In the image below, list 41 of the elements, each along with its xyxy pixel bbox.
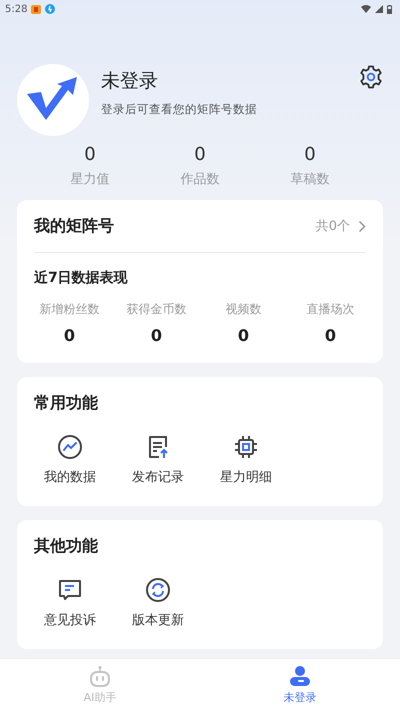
section-title: 近7日数据表现 — [34, 269, 128, 287]
metric-value: 0 — [324, 326, 336, 345]
stat-label: 星力值 — [70, 171, 110, 188]
metric-label: 视频数 — [226, 301, 262, 318]
metric-value: 0 — [238, 326, 250, 345]
line-chart-icon — [57, 434, 83, 460]
stat-label: 作品数 — [180, 171, 220, 188]
metric-label: 获得金币数 — [126, 301, 186, 318]
settings-button[interactable] — [359, 65, 383, 89]
function-item[interactable]: 星力明细 — [202, 434, 290, 486]
robot-icon — [89, 665, 111, 687]
person-icon — [289, 665, 311, 687]
card-title: 常用功能 — [34, 393, 98, 414]
app-notification-icon — [45, 4, 56, 14]
logo-avatar — [17, 64, 89, 136]
message-icon — [57, 577, 83, 603]
stat-value: 0 — [84, 144, 96, 166]
stat-value: 0 — [304, 144, 316, 166]
battery-icon — [387, 4, 392, 14]
login-status-title[interactable]: 未登录 — [101, 68, 359, 94]
signal-icon — [375, 5, 383, 13]
app-notification-icon — [31, 4, 42, 14]
wifi-icon — [361, 5, 371, 13]
chip-icon — [233, 434, 259, 460]
status-time: 5:28 — [5, 4, 28, 14]
stat-value: 0 — [194, 144, 206, 166]
function-item[interactable]: 版本更新 — [114, 577, 202, 629]
function-item[interactable]: 发布记录 — [114, 434, 202, 486]
function-item[interactable]: 我的数据 — [26, 434, 114, 486]
refresh-icon — [145, 577, 171, 603]
chevron-right-icon — [358, 220, 366, 232]
metric-label: 直播场次 — [306, 301, 354, 318]
card-title: 我的矩阵号 — [34, 216, 114, 236]
tab[interactable]: 未登录 — [200, 659, 400, 711]
metric-value: 0 — [64, 326, 76, 345]
function-item[interactable]: 意见投诉 — [26, 577, 114, 629]
stat-label: 草稿数 — [290, 171, 330, 188]
card-title: 其他功能 — [34, 536, 98, 557]
metric-label: 新增粉丝数 — [40, 301, 100, 318]
metric-value: 0 — [150, 326, 162, 345]
login-hint: 登录后可查看您的矩阵号数据 — [101, 102, 258, 117]
